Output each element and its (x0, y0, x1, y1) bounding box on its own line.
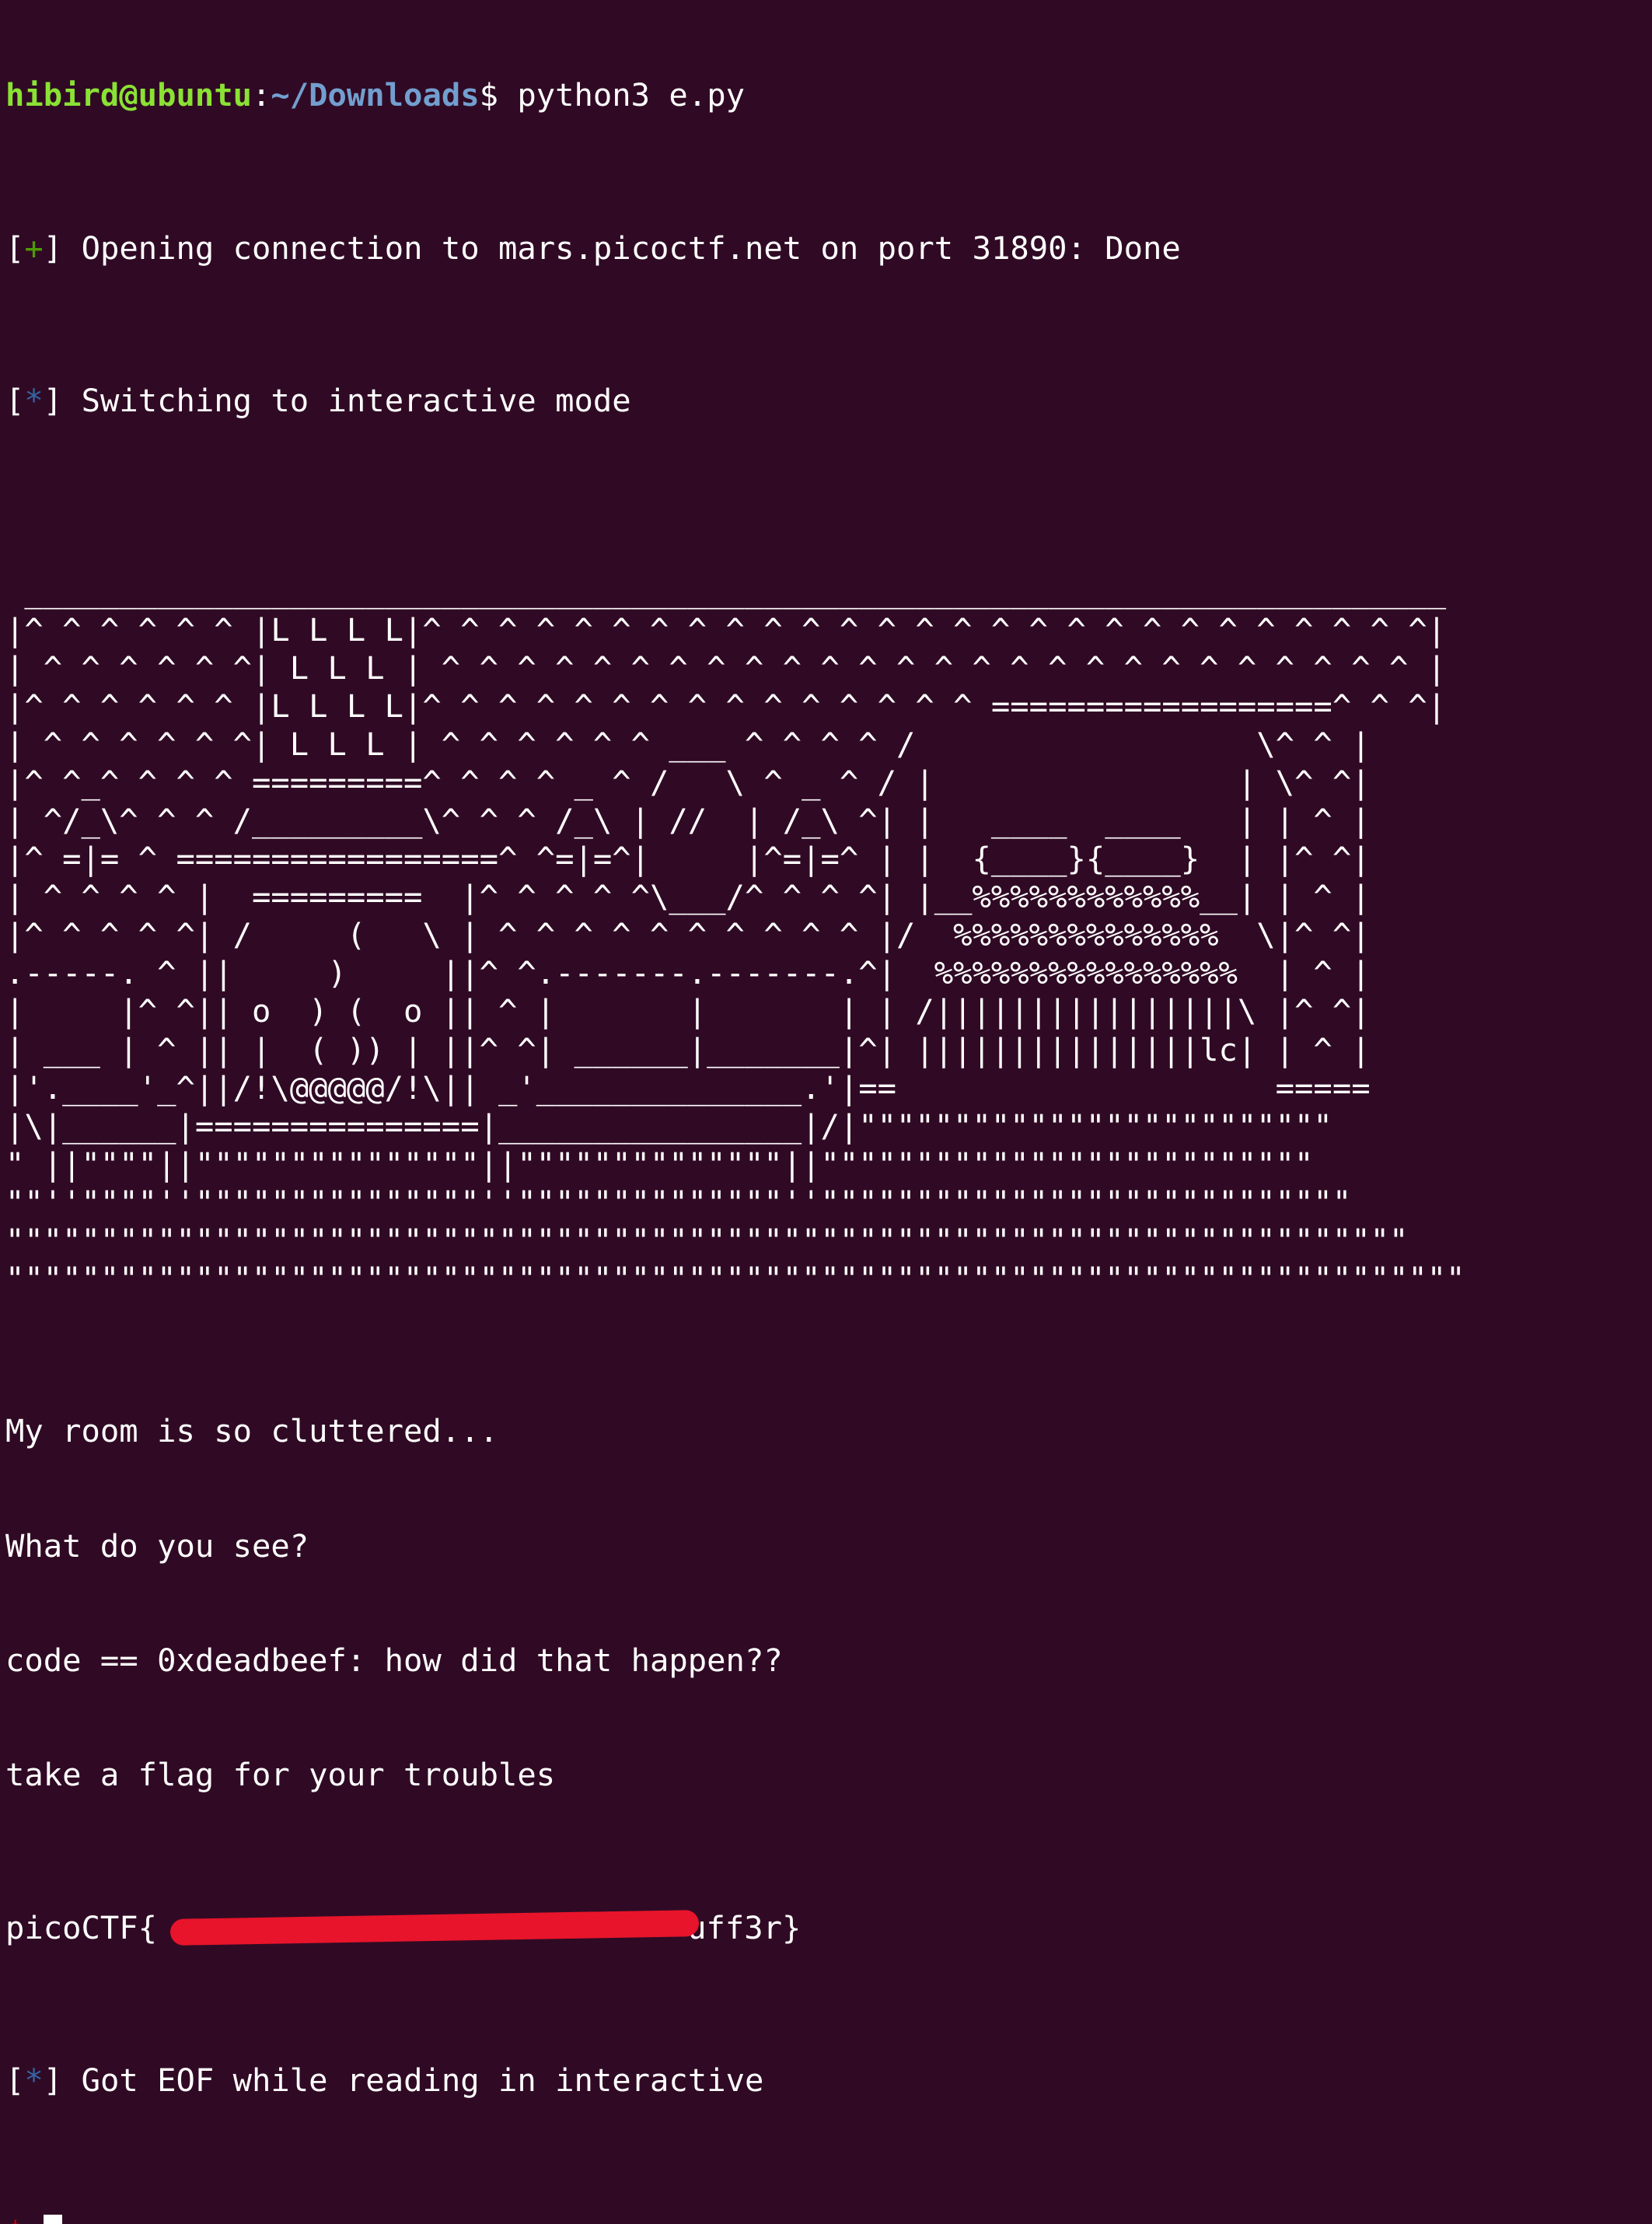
ascii-art-line: | ^ ^ ^ ^ ^ ^| L L L | ^ ^ ^ ^ ^ ^ ^ ^ ^… (5, 649, 1447, 687)
prompt-colon: : (251, 76, 271, 114)
ascii-art-line: | ^/_\^ ^ ^ /_________\^ ^ ^ /_\ | // | … (5, 801, 1371, 839)
ascii-art-line: |^ ^ ^ ^ ^ ^ |L L L L|^ ^ ^ ^ ^ ^ ^ ^ ^ … (5, 610, 1447, 649)
text-cursor[interactable] (43, 2215, 62, 2224)
flag-prefix: picoCTF{ (5, 1908, 158, 1946)
ascii-art-line: ________________________________________… (5, 572, 1447, 610)
ascii-art-line: | ^ ^ ^ ^ ^ ^| L L L | ^ ^ ^ ^ ^ ^ ___ ^… (5, 725, 1371, 763)
ascii-art-line: """"""""""""""""""""""""""""""""""""""""… (5, 1222, 1409, 1259)
output-line: What do you see? (5, 1526, 309, 1565)
prompt-user-host: hibird@ubuntu (5, 76, 252, 114)
flag-line: picoCTF{ uff3r} (5, 1909, 1652, 1947)
bracket-close: ] (43, 2061, 82, 2100)
ascii-art-line: .-----. ^ || ) ||^ ^.-------.-------.^| … (5, 954, 1371, 992)
terminal-window[interactable]: hibird@ubuntu:~/Downloads$ python3 e.py … (0, 0, 1652, 2224)
status-text: Switching to interactive mode (81, 381, 631, 419)
pwn-status-line: [+] Opening connection to mars.picoctf.n… (5, 229, 1652, 268)
star-symbol: * (24, 381, 44, 419)
bracket-close: ] (43, 381, 82, 419)
final-dollar: $ (5, 2214, 24, 2224)
ascii-art-line: | ^ ^ ^ ^ | ========= |^ ^ ^ ^ ^\___/^ ^… (5, 878, 1371, 916)
pwn-status-line: [*] Switching to interactive mode (5, 382, 1652, 420)
plus-symbol: + (24, 229, 44, 267)
ascii-art-line: |\|______|===============|______________… (5, 1107, 1332, 1145)
ascii-art-line: " ||""""||"""""""""""""""||"""""""""""""… (5, 1145, 1314, 1183)
flag-suffix: uff3r} (687, 1908, 802, 1946)
ascii-art-line: |^ ^ ^ ^ ^ ^ |L L L L|^ ^ ^ ^ ^ ^ ^ ^ ^ … (5, 687, 1447, 725)
prompt-dollar: $ (479, 76, 498, 114)
ascii-art-line: |'.____'_^||/!\@@@@@/!\|| _'____________… (5, 1068, 1371, 1107)
bracket-open: [ (5, 381, 25, 419)
ascii-art-line: """"""""""""""""""""""""""""""""""""""""… (5, 1260, 1465, 1298)
status-text: Opening connection to mars.picoctf.net o… (81, 229, 1181, 267)
ascii-art-line: | ___ | ^ || | ( )) | ||^ ^| ______|____… (5, 1030, 1371, 1068)
ascii-art-room: ________________________________________… (5, 534, 1652, 1298)
bracket-close: ] (43, 229, 82, 267)
ascii-art-line: |^ ^_^ ^ ^ ^ =========^ ^ ^ ^ _ ^ / \ ^ … (5, 763, 1371, 801)
command-prompt-line: hibird@ubuntu:~/Downloads$ python3 e.py (5, 76, 1652, 114)
final-prompt-line[interactable]: $ (5, 2214, 1652, 2224)
bracket-open: [ (5, 2061, 25, 2100)
output-line: code == 0xdeadbeef: how did that happen?… (5, 1642, 783, 1680)
ascii-art-line: |^ =|= ^ =================^ ^=|=^| |^=|=… (5, 840, 1371, 878)
ascii-art-line: | |^ ^|| o ) ( o || ^ | | | | /|||||||||… (5, 992, 1371, 1030)
prompt-command: python3 e.py (498, 76, 745, 114)
output-line: take a flag for your troubles (5, 1756, 556, 1794)
redaction-mark (169, 1909, 700, 1946)
ascii-art-line (5, 534, 1652, 572)
prompt-path: ~/Downloads (271, 76, 480, 114)
pwn-status-line: [*] Got EOF while reading in interactive (5, 2061, 1652, 2100)
ascii-art-line: ""''""""''"""""""""""""""''"""""""""""""… (5, 1183, 1352, 1221)
bracket-open: [ (5, 229, 25, 267)
status-text: Got EOF while reading in interactive (81, 2061, 764, 2100)
star-symbol: * (24, 2061, 44, 2100)
ascii-art-line: |^ ^ ^ ^ ^| / ( \ | ^ ^ ^ ^ ^ ^ ^ ^ ^ ^ … (5, 916, 1371, 954)
output-line: My room is so cluttered... (5, 1412, 498, 1450)
